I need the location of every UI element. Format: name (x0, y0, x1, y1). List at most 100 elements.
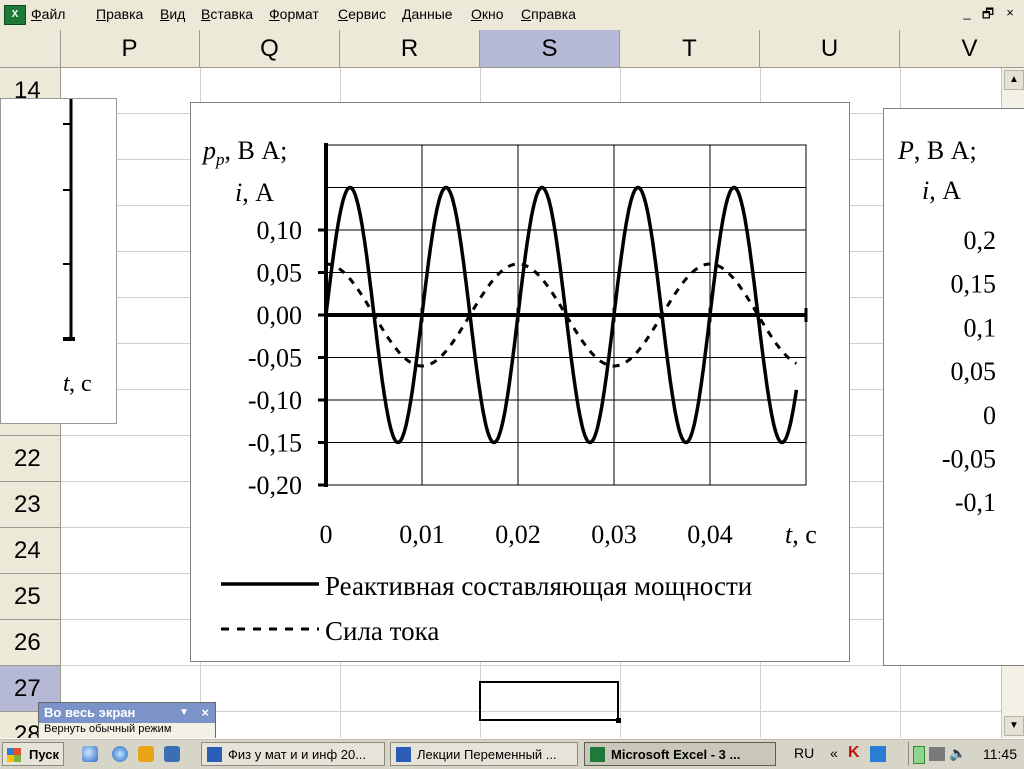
y-tick-label: -0,10 (248, 386, 302, 415)
row-header-25[interactable]: 25 (0, 574, 60, 620)
right-chart-ylabel-line2: i, А (922, 176, 961, 205)
show-desktop-icon[interactable] (164, 746, 180, 762)
y-tick-label: 0,05 (257, 259, 303, 288)
menu-edit[interactable]: Правка (96, 6, 143, 22)
column-header-v[interactable]: V (900, 30, 1024, 67)
chart-x-ticks: 0 0,01 0,02 0,03 0,04 (320, 520, 733, 549)
chart-right-partial[interactable]: P, В А; i, А 0,2 0,15 0,1 0,05 0 -0,05 -0,1 (883, 108, 1024, 666)
active-cell-s27[interactable] (479, 681, 621, 723)
right-chart-ylabel-line1: P, В А; (897, 136, 977, 165)
task-excel-active[interactable]: Microsoft Excel - 3 ... (584, 742, 776, 766)
right-chart-y-tick-label: 0 (983, 401, 996, 430)
close-button[interactable]: × (1002, 5, 1018, 20)
scroll-up-icon[interactable]: ▲ (1004, 70, 1024, 90)
menu-tools[interactable]: Сервис (338, 6, 386, 22)
menu-file[interactable]: Файл (31, 6, 65, 22)
x-tick-label: 0 (320, 520, 333, 549)
chart-main-svg: 0,10 0,05 0,00 -0,05 -0,10 -0,15 -0,20 0 0,01 0,… (201, 136, 817, 646)
legend-label-reactive-power: Реактивная составляющая мощности (325, 571, 752, 601)
restore-button[interactable]: 🗗 (980, 5, 996, 27)
column-header-t[interactable]: T (620, 30, 760, 67)
right-chart-y-tick-label: 0,2 (964, 226, 997, 255)
battery-icon[interactable] (913, 746, 925, 764)
y-tick-label: 0,00 (257, 301, 303, 330)
y-axis-label-line2: i, А (235, 178, 274, 207)
menu-data[interactable]: Данные (402, 6, 453, 22)
task-label: Физ у мат и и инф 20... (228, 747, 367, 762)
row-header-24[interactable]: 24 (0, 528, 60, 574)
y-tick-label: -0,15 (248, 429, 302, 458)
menu-window[interactable]: Окно (471, 6, 504, 22)
word-icon (396, 747, 411, 762)
fullscreen-toolbar: Во весь экран ▼ × Вернуть обычный режим (38, 702, 216, 740)
chart-left-partial[interactable]: t , с (0, 98, 117, 424)
start-button[interactable]: Пуск (2, 742, 64, 766)
column-header-r[interactable]: R (340, 30, 480, 67)
column-header-u[interactable]: U (760, 30, 900, 67)
column-header-q[interactable]: Q (200, 30, 340, 67)
x-tick-label: 0,04 (687, 520, 733, 549)
left-chart-xlabel: , с (69, 371, 92, 397)
chart-right-svg: P, В А; i, А 0,2 0,15 0,1 0,05 0 -0,05 -0,1 (897, 136, 996, 517)
right-chart-y-ticks: 0,2 0,15 0,1 0,05 0 -0,05 -0,1 (942, 226, 996, 517)
internet-explorer-icon[interactable] (112, 746, 128, 762)
spreadsheet: P Q R S T U V 14 15 16 17 18 19 20 21 22… (0, 30, 1024, 738)
menu-view[interactable]: Вид (160, 6, 185, 22)
chart-y-ticks: 0,10 0,05 0,00 -0,05 -0,10 -0,15 -0,20 (248, 216, 302, 500)
right-chart-y-tick-label: 0,1 (964, 313, 997, 342)
network-icon[interactable] (870, 746, 886, 762)
system-tray: 🔈 11:45 (908, 742, 1024, 766)
excel-icon (590, 747, 605, 762)
taskbar: Пуск Физ у мат и и инф 20... Лекции Пере… (0, 738, 1024, 769)
media-player-icon[interactable] (138, 746, 154, 762)
menu-format[interactable]: Формат (269, 6, 319, 22)
x-tick-label: 0,02 (495, 520, 541, 549)
minimize-button[interactable]: _ (959, 5, 975, 20)
right-chart-y-tick-label: 0,05 (951, 357, 997, 386)
clock[interactable]: 11:45 (983, 746, 1017, 762)
language-indicator[interactable]: RU (794, 745, 814, 761)
antivirus-icon[interactable]: K (848, 744, 860, 762)
x-tick-label: 0,01 (399, 520, 445, 549)
x-axis-label: t, с (785, 520, 817, 549)
word-icon (207, 747, 222, 762)
fullscreen-toolbar-title: Во весь экран ▼ × (39, 703, 215, 723)
task-label: Microsoft Excel - 3 ... (611, 747, 741, 762)
search-icon[interactable] (82, 746, 98, 762)
column-header-p[interactable]: P (60, 30, 200, 67)
start-label: Пуск (29, 747, 59, 762)
row-header-23[interactable]: 23 (0, 482, 60, 528)
y-tick-label: 0,10 (257, 216, 303, 245)
close-fullscreen-button[interactable]: Вернуть обычный режим (39, 723, 215, 735)
right-chart-y-tick-label: -0,1 (955, 488, 996, 517)
right-chart-y-tick-label: 0,15 (951, 270, 997, 299)
column-headers: P Q R S T U V (0, 30, 1024, 68)
windows-logo-icon (7, 748, 21, 762)
menu-insert[interactable]: Вставка (201, 6, 253, 22)
volume-icon[interactable]: 🔈 (949, 745, 966, 762)
excel-icon[interactable]: X (4, 5, 26, 25)
task-label: Лекции Переменный ... (417, 747, 557, 762)
chart-left-svg: t , с (63, 99, 92, 397)
menu-bar: X Файл Правка Вид Вставка Формат Сервис … (0, 0, 1024, 31)
x-tick-label: 0,03 (591, 520, 637, 549)
menu-help[interactable]: Справка (521, 6, 576, 22)
task-word-document-2[interactable]: Лекции Переменный ... (390, 742, 578, 766)
toolbar-options-icon[interactable]: ▼ (179, 703, 189, 723)
scroll-down-icon[interactable]: ▼ (1004, 716, 1024, 736)
network-connection-icon[interactable] (929, 747, 945, 761)
row-header-26[interactable]: 26 (0, 620, 60, 666)
y-tick-label: -0,05 (248, 344, 302, 373)
column-header-s[interactable]: S (480, 30, 620, 67)
chart-main[interactable]: 0,10 0,05 0,00 -0,05 -0,10 -0,15 -0,20 0 0,01 0,… (190, 102, 850, 662)
right-chart-y-tick-label: -0,05 (942, 445, 996, 474)
y-axis-label-line1: pр, В А; (201, 136, 287, 169)
chevron-left-icon[interactable]: « (830, 745, 838, 761)
select-all-corner[interactable] (0, 30, 61, 67)
y-tick-label: -0,20 (248, 471, 302, 500)
legend-label-current: Сила тока (325, 616, 439, 646)
fullscreen-toolbar-title-text: Во весь экран (44, 705, 136, 720)
toolbar-close-icon[interactable]: × (201, 703, 209, 723)
row-header-22[interactable]: 22 (0, 436, 60, 482)
task-word-document-1[interactable]: Физ у мат и и инф 20... (201, 742, 385, 766)
